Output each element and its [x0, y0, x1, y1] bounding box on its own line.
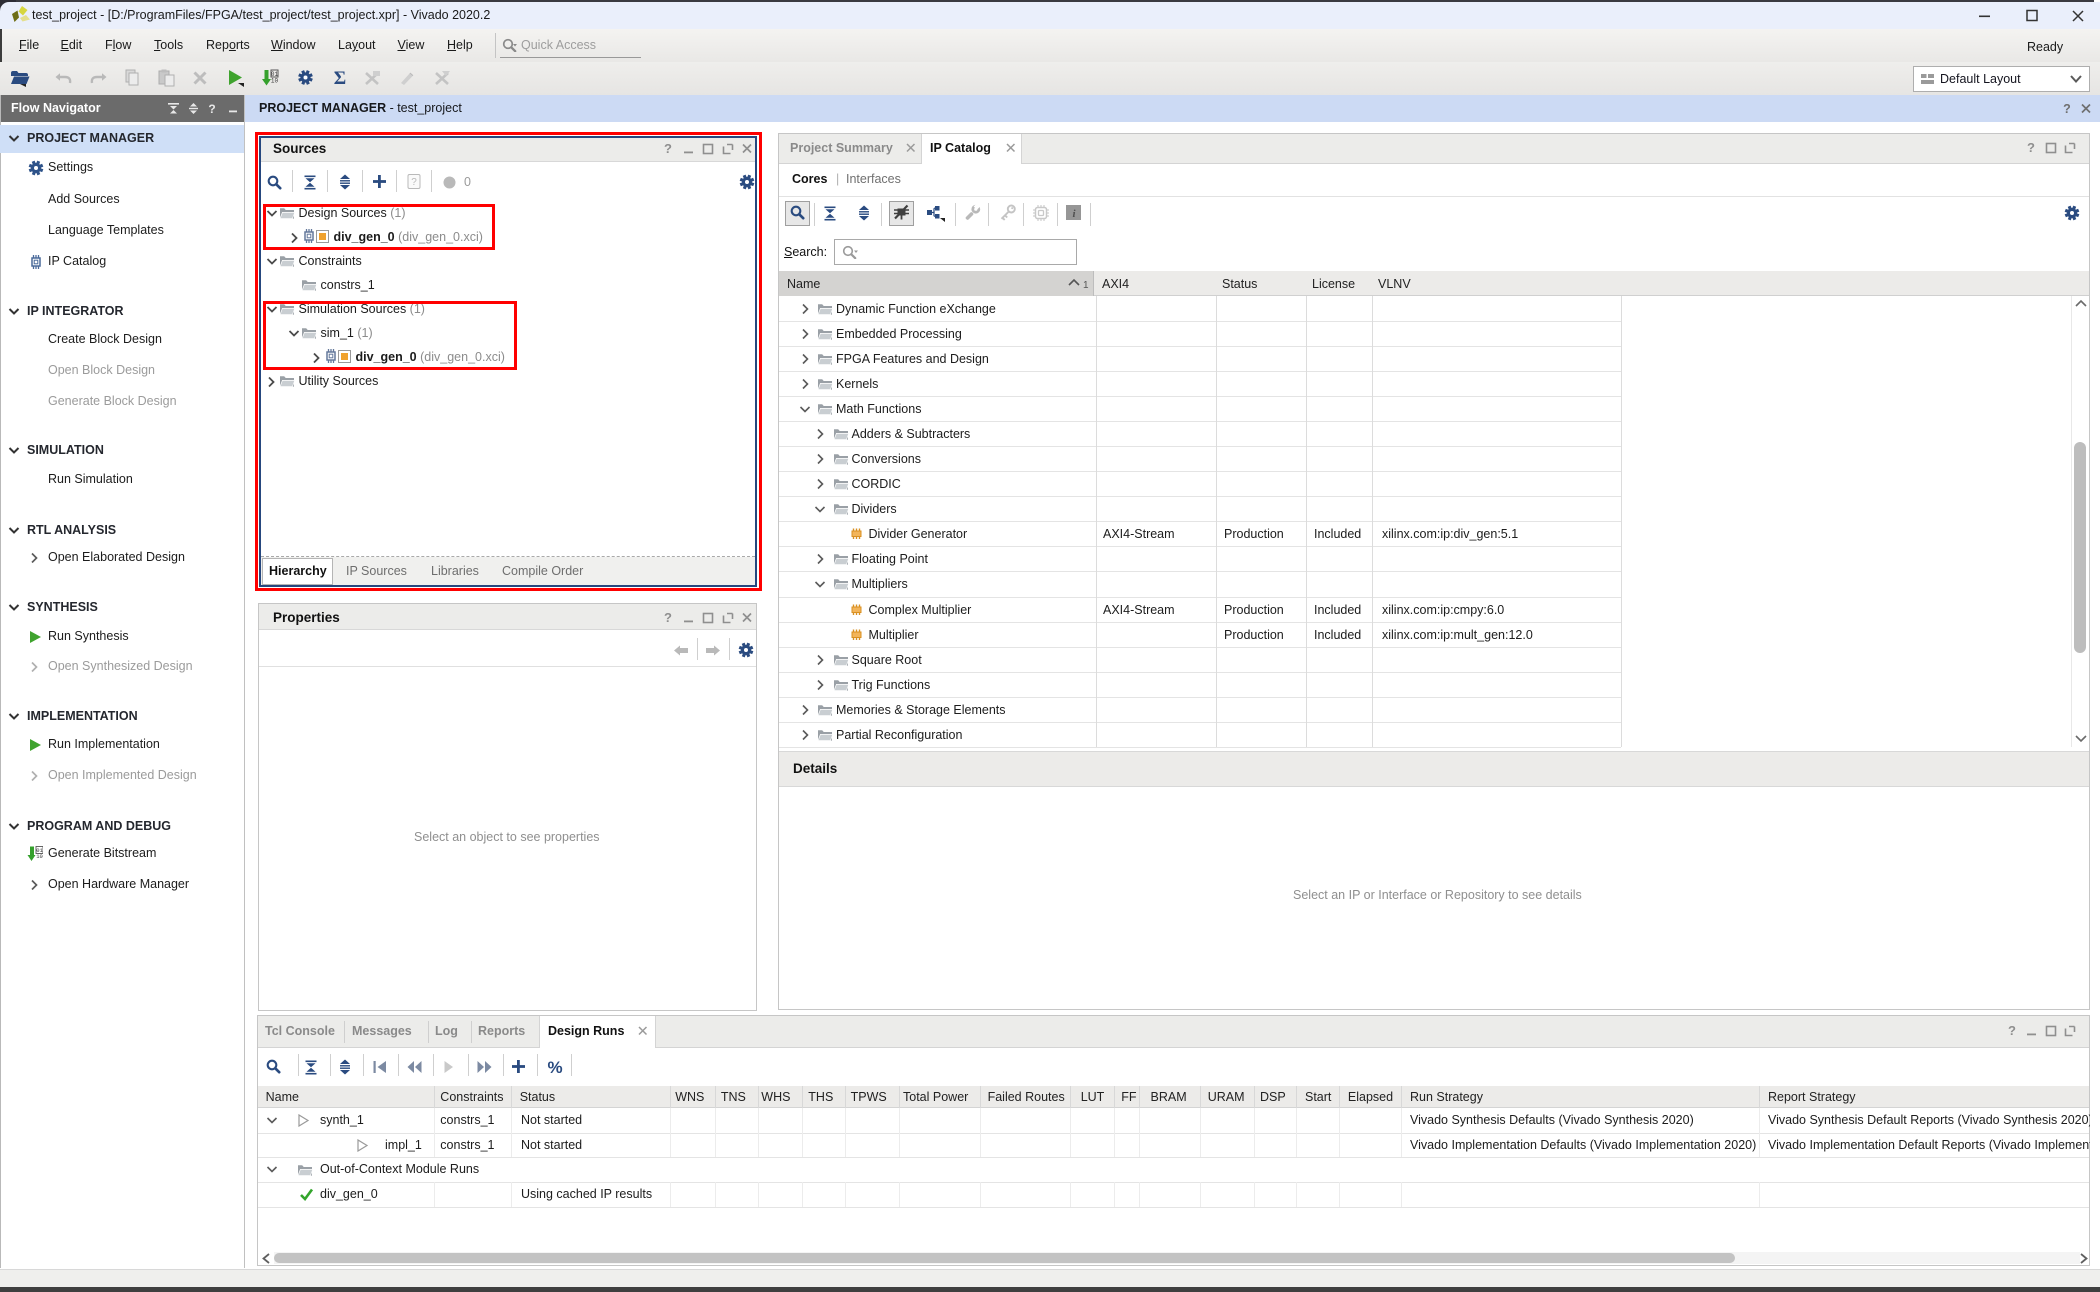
svg-text:?: ? [208, 102, 215, 116]
svg-text:10: 10 [36, 853, 43, 860]
svg-text:%: % [547, 1058, 562, 1076]
svg-text:Σ: Σ [334, 68, 346, 88]
svg-text:10: 10 [271, 78, 279, 85]
svg-text:1: 1 [1083, 280, 1089, 290]
svg-text:?: ? [2063, 102, 2071, 116]
svg-text:?: ? [2027, 140, 2035, 155]
svg-text:?: ? [664, 610, 672, 625]
svg-text:?: ? [2008, 1023, 2016, 1038]
